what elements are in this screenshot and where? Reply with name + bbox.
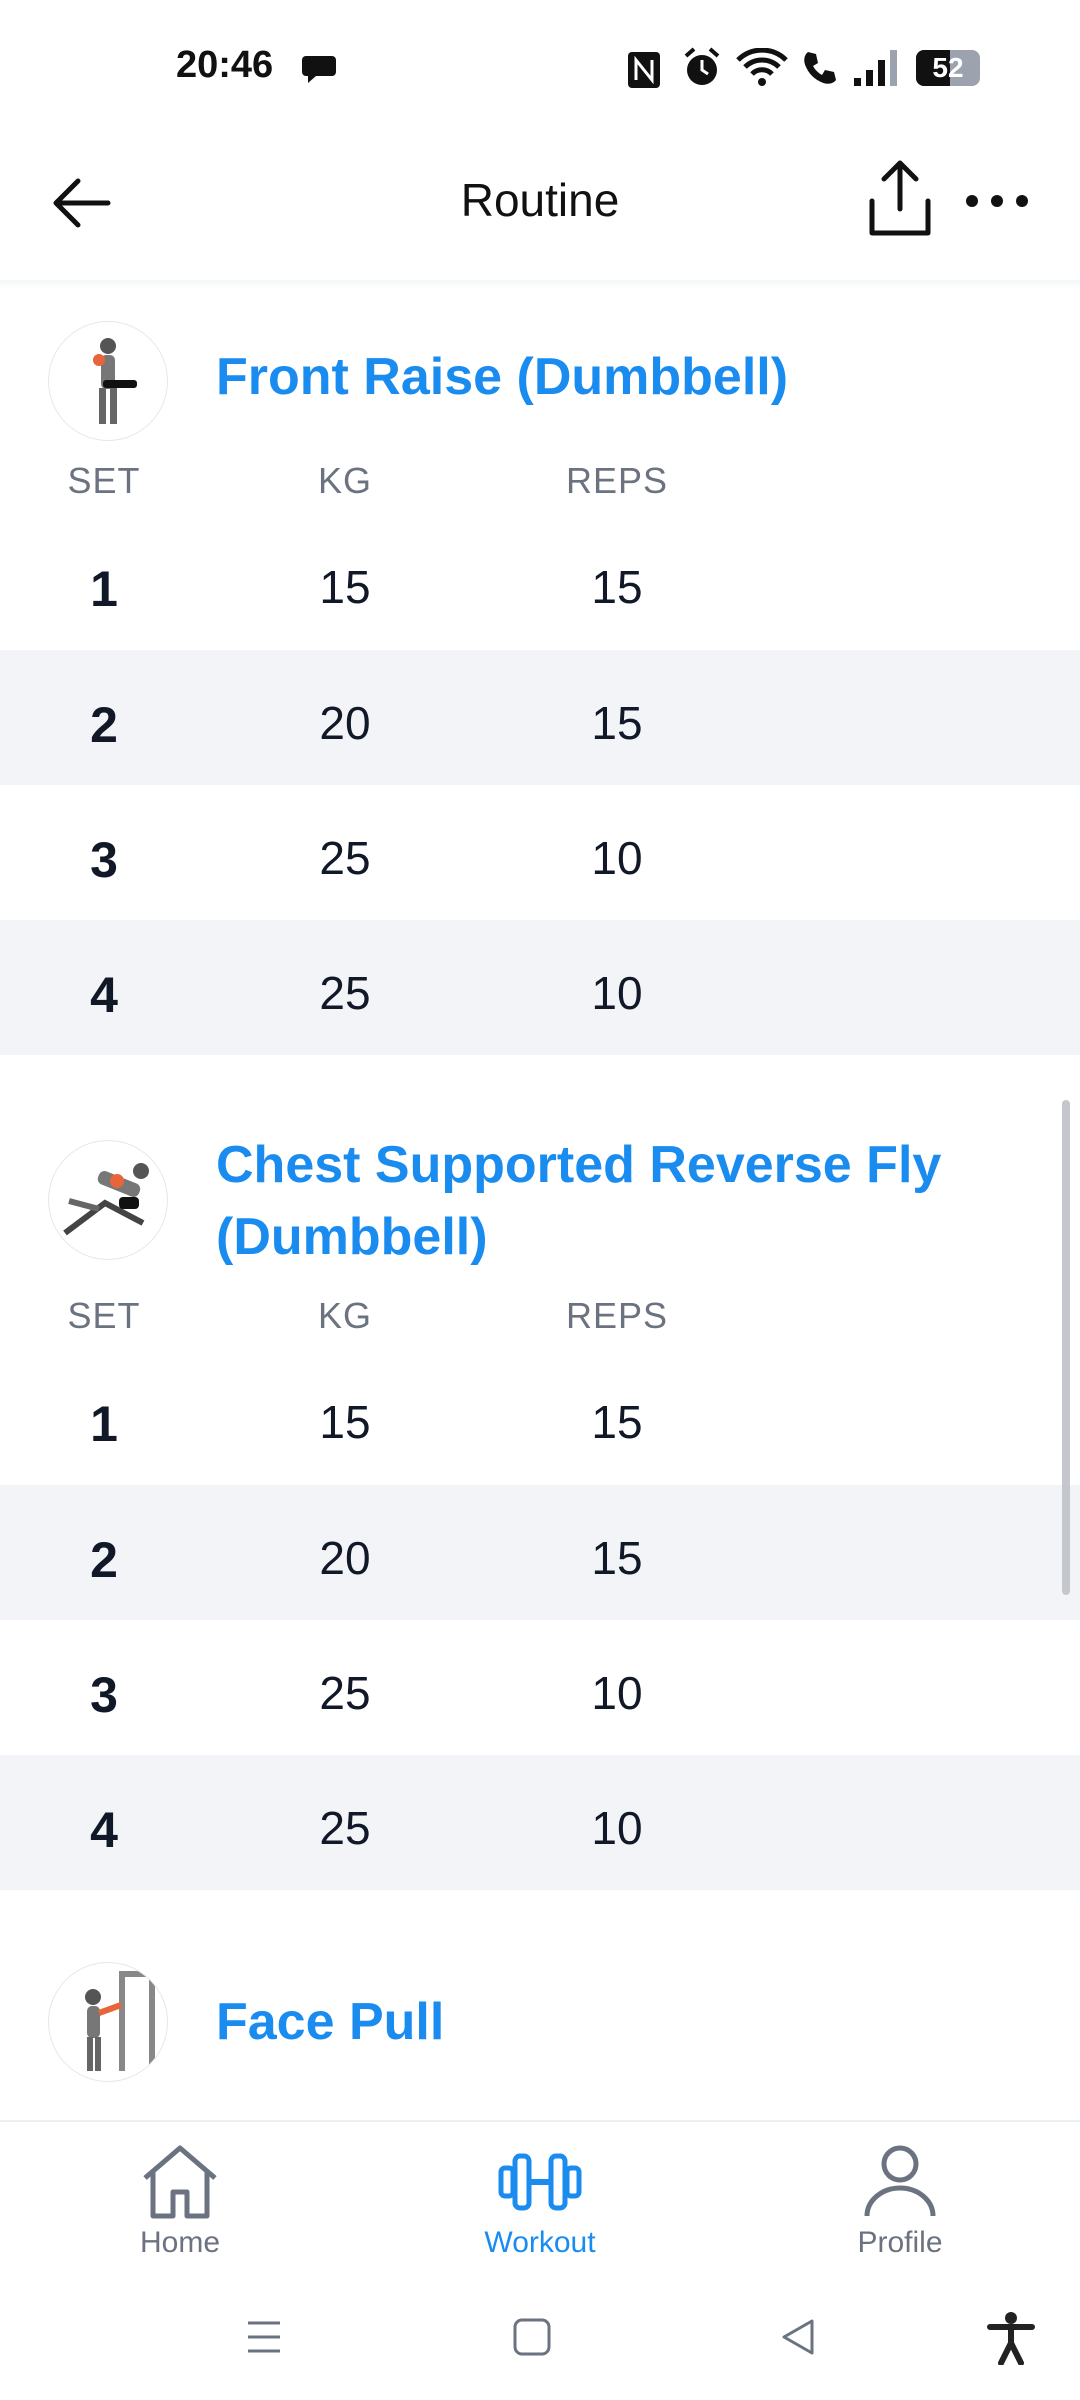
exercise-header[interactable]: Chest Supported Reverse Fly (Dumbbell) <box>0 1055 1080 1295</box>
battery-icon: 52 <box>916 50 980 86</box>
set-weight: 15 <box>319 1396 371 1448</box>
profile-icon <box>864 2145 936 2217</box>
set-weight: 20 <box>319 1532 371 1584</box>
home-button-icon[interactable] <box>510 2315 554 2359</box>
scrollbar[interactable] <box>1062 1100 1070 1595</box>
set-row: 4 25 10 <box>0 1755 1080 1890</box>
set-weight: 25 <box>319 832 371 884</box>
status-bar: 20:46 52 <box>0 0 1080 135</box>
set-number: 1 <box>90 561 118 617</box>
chat-notification-icon <box>302 56 336 83</box>
exercise-thumbnail <box>48 321 168 441</box>
nfc-icon <box>628 52 660 88</box>
set-number: 1 <box>90 1396 118 1452</box>
nav-home[interactable]: Home <box>60 2122 300 2287</box>
column-header-set: SET <box>67 1295 141 1336</box>
exercise-name[interactable]: Face Pull <box>216 1986 1010 2058</box>
app-header: Routine <box>0 135 1080 280</box>
nav-profile[interactable]: Profile <box>780 2122 1020 2287</box>
share-icon[interactable] <box>862 157 938 243</box>
set-row: 1 15 15 <box>0 1365 1080 1485</box>
nav-workout[interactable]: Workout <box>420 2122 660 2287</box>
reverse-fly-figure-icon <box>63 1163 149 1236</box>
exercise-name[interactable]: Chest Supported Reverse Fly (Dumbbell) <box>216 1129 1010 1273</box>
set-number: 3 <box>90 832 118 888</box>
signal-icon <box>854 50 897 86</box>
accessibility-icon[interactable] <box>986 2311 1036 2365</box>
wifi-call-icon <box>804 52 836 84</box>
set-number: 4 <box>90 1802 118 1858</box>
recent-apps-icon[interactable] <box>242 2315 286 2359</box>
set-reps: 15 <box>591 697 643 749</box>
set-reps: 15 <box>591 561 643 613</box>
system-navigation-bar <box>0 2285 1080 2400</box>
more-options-icon[interactable] <box>962 177 1032 225</box>
set-row: 3 25 10 <box>0 785 1080 920</box>
column-header-reps: REPS <box>565 1295 669 1336</box>
home-icon <box>143 2145 217 2219</box>
set-reps: 15 <box>591 1396 643 1448</box>
column-header-kg: KG <box>317 460 373 501</box>
set-weight: 25 <box>319 1667 371 1719</box>
wifi-icon <box>736 48 788 86</box>
set-reps: 10 <box>591 967 643 1019</box>
set-weight: 25 <box>319 1802 371 1854</box>
nav-profile-label: Profile <box>857 2226 943 2259</box>
routine-content[interactable]: Front Raise (Dumbbell) SET KG REPS 1 15 … <box>0 285 1080 2120</box>
set-row: 2 20 15 <box>0 1485 1080 1620</box>
nav-home-label: Home <box>139 2226 221 2259</box>
exercise-name[interactable]: Front Raise (Dumbbell) <box>216 341 1010 413</box>
set-table-header: SET KG REPS <box>0 1295 1080 1365</box>
set-row: 1 15 15 <box>0 530 1080 650</box>
set-table-header: SET KG REPS <box>0 460 1080 530</box>
column-header-reps: REPS <box>565 460 669 501</box>
set-weight: 25 <box>319 967 371 1019</box>
face-pull-figure-icon <box>85 1971 155 2071</box>
exercise-card: Face Pull <box>0 1890 1080 2090</box>
column-header-set: SET <box>67 460 141 501</box>
set-number: 2 <box>90 697 118 753</box>
set-weight: 15 <box>319 561 371 613</box>
set-number: 3 <box>90 1667 118 1723</box>
exercise-card: Chest Supported Reverse Fly (Dumbbell) S… <box>0 1055 1080 1890</box>
set-row: 4 25 10 <box>0 920 1080 1055</box>
column-header-kg: KG <box>317 1295 373 1336</box>
dumbbell-icon <box>498 2153 582 2211</box>
status-time: 20:46 <box>176 44 274 86</box>
back-button-icon[interactable] <box>776 2315 820 2359</box>
set-reps: 10 <box>591 1802 643 1854</box>
exercise-header[interactable]: Face Pull <box>0 1890 1080 2090</box>
set-weight: 20 <box>319 697 371 749</box>
battery-level: 52 <box>932 52 964 83</box>
set-reps: 15 <box>591 1532 643 1584</box>
set-reps: 10 <box>591 832 643 884</box>
nav-workout-label: Workout <box>484 2226 596 2259</box>
set-reps: 10 <box>591 1667 643 1719</box>
exercise-card: Front Raise (Dumbbell) SET KG REPS 1 15 … <box>0 285 1080 1055</box>
set-row: 2 20 15 <box>0 650 1080 785</box>
exercise-thumbnail <box>48 1962 168 2082</box>
exercise-thumbnail <box>48 1140 168 1260</box>
set-number: 2 <box>90 1532 118 1588</box>
alarm-icon <box>684 47 720 85</box>
set-row: 3 25 10 <box>0 1620 1080 1755</box>
exercise-header[interactable]: Front Raise (Dumbbell) <box>0 285 1080 460</box>
front-raise-figure-icon <box>93 338 137 424</box>
set-number: 4 <box>90 967 118 1023</box>
bottom-navigation: Home Workout Profile <box>0 2120 1080 2287</box>
